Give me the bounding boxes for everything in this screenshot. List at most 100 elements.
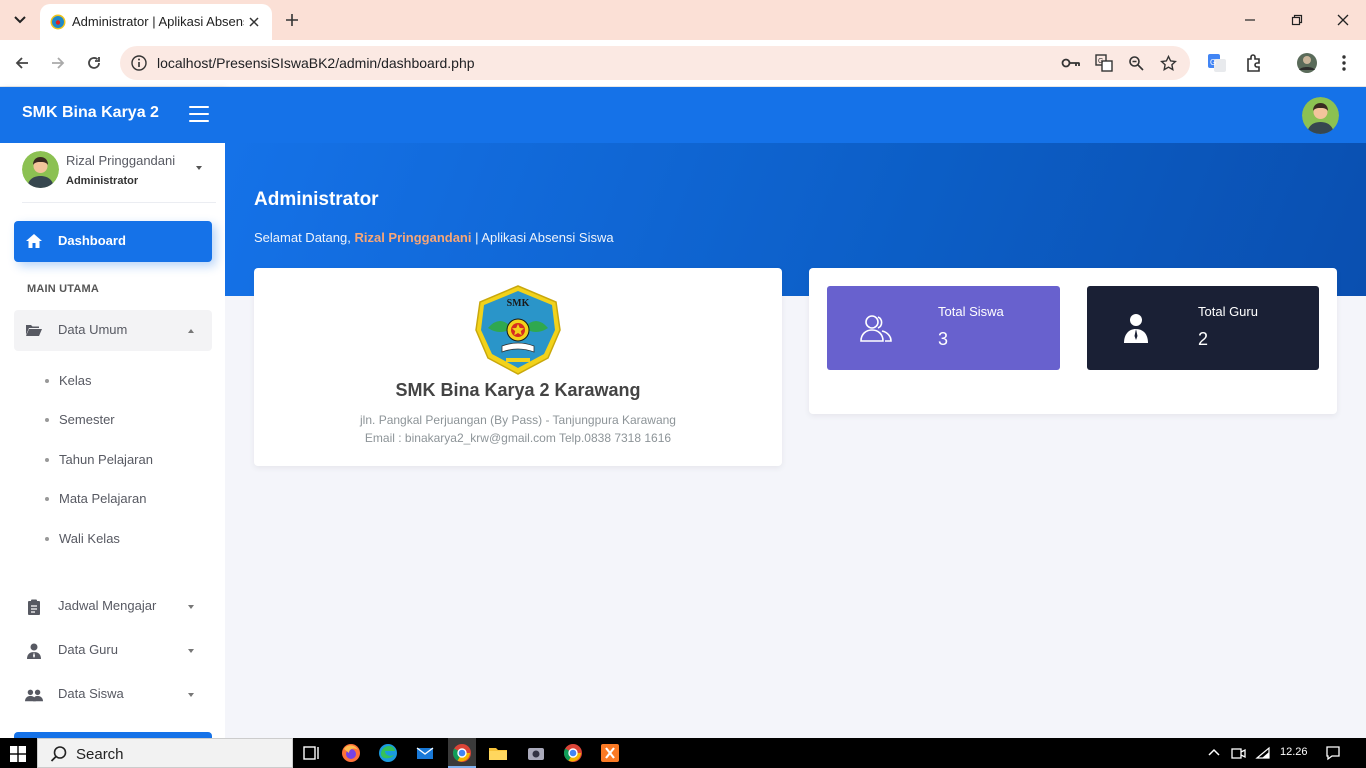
welcome-suffix: | Aplikasi Absensi Siswa	[475, 230, 614, 245]
sidebar-item-data-umum[interactable]: Data Umum	[14, 310, 212, 351]
caret-down-icon	[188, 605, 194, 609]
svg-text:G: G	[1098, 58, 1103, 65]
chevron-down-icon	[14, 16, 26, 24]
folder-open-icon	[26, 325, 42, 336]
main-content: Administrator Selamat Datang, Rizal Prin…	[225, 143, 1366, 738]
chrome-icon	[452, 744, 471, 762]
users-icon	[25, 689, 43, 702]
bullet-icon	[45, 458, 49, 462]
bullet-icon	[45, 418, 49, 422]
navbar-avatar[interactable]	[1302, 97, 1339, 134]
caret-up-icon	[188, 329, 194, 333]
user-tie-icon	[1124, 314, 1148, 343]
minimize-button[interactable]	[1236, 6, 1264, 34]
sidebar-item-jadwal-mengajar[interactable]: Jadwal Mengajar	[14, 589, 212, 625]
password-key-button[interactable]	[1061, 53, 1081, 73]
chevron-up-icon[interactable]	[1206, 745, 1222, 761]
welcome-user-name: Rizal Pringgandani	[354, 230, 472, 245]
favicon-icon	[50, 14, 66, 30]
close-icon	[249, 17, 259, 27]
back-button[interactable]	[8, 49, 36, 77]
minimize-icon	[1245, 19, 1255, 21]
close-window-icon	[1337, 14, 1349, 26]
sidebar-toggle-button[interactable]	[189, 106, 209, 124]
sidebar-item-label: Dashboard	[58, 233, 126, 248]
stat-value: 3	[938, 329, 949, 349]
firefox-icon[interactable]	[340, 742, 362, 764]
school-logo-text: SMK	[507, 298, 530, 309]
camera-app-icon[interactable]	[525, 742, 547, 764]
browser-menu-button[interactable]	[1333, 52, 1355, 74]
bullet-icon	[45, 497, 49, 501]
task-view-icon[interactable]	[301, 742, 323, 764]
top-navbar	[225, 87, 1366, 143]
forward-button[interactable]	[44, 49, 72, 77]
reload-button[interactable]	[80, 49, 108, 77]
restore-button[interactable]	[1283, 6, 1311, 34]
caret-down-icon[interactable]	[196, 166, 202, 170]
sidebar-item-label: Data Guru	[58, 642, 118, 657]
svg-text:G: G	[1210, 58, 1216, 67]
forward-icon	[52, 57, 65, 69]
page-title: Administrator	[254, 189, 379, 210]
caret-down-icon	[188, 649, 194, 653]
meet-now-icon[interactable]	[1230, 745, 1246, 761]
new-tab-button[interactable]	[280, 8, 304, 32]
taskbar-clock[interactable]: 12.26	[1280, 746, 1308, 758]
school-name: SMK Bina Karya 2 Karawang	[395, 380, 641, 400]
notification-icon[interactable]	[1325, 745, 1341, 761]
sidebar-item-dashboard[interactable]: Dashboard	[14, 221, 212, 262]
stats-card: Total Siswa 3 Total Guru 2	[809, 268, 1337, 414]
users-outline-icon	[860, 315, 892, 342]
plus-icon	[286, 14, 298, 26]
star-icon	[1159, 54, 1177, 71]
google-translate-extension[interactable]: G	[1206, 52, 1228, 74]
translate-button[interactable]: G	[1094, 53, 1114, 73]
brand-logo-text[interactable]: SMK Bina Karya 2	[22, 104, 159, 122]
extensions-button[interactable]	[1243, 52, 1265, 74]
submenu-label: Wali Kelas	[59, 531, 120, 546]
sidebar-item-data-guru[interactable]: Data Guru	[14, 633, 212, 669]
profile-button[interactable]	[1296, 52, 1318, 74]
submenu-label: Semester	[59, 412, 115, 427]
close-window-button[interactable]	[1329, 6, 1357, 34]
submenu-label: Tahun Pelajaran	[59, 452, 153, 467]
home-icon	[26, 234, 42, 248]
reload-icon	[88, 57, 100, 69]
user-tie-icon	[27, 643, 41, 659]
bullet-icon	[45, 379, 49, 383]
mail-icon[interactable]	[414, 742, 436, 764]
close-tab-button[interactable]	[244, 12, 264, 32]
search-label: Search	[76, 746, 124, 763]
submenu-label: Kelas	[59, 373, 92, 388]
stat-label: Total Siswa	[938, 304, 1004, 319]
stat-total-guru[interactable]: Total Guru 2	[1087, 286, 1319, 370]
edge-icon[interactable]	[377, 742, 399, 764]
sidebar: SMK Bina Karya 2 Rizal Pringgandani Admi…	[0, 87, 225, 738]
windows-start-icon[interactable]	[10, 746, 26, 762]
tab-title: Administrator | Aplikasi Absensi	[72, 14, 244, 29]
file-explorer-icon[interactable]	[487, 742, 509, 764]
tab-search-button[interactable]	[6, 7, 34, 33]
address-bar[interactable]: localhost/PresensiSIswaBK2/admin/dashboa…	[120, 46, 1190, 80]
chrome-icon[interactable]	[562, 742, 584, 764]
chrome-taskbar-button-active[interactable]	[448, 738, 476, 768]
bullet-icon	[45, 537, 49, 541]
search-icon	[50, 746, 67, 762]
site-info-icon[interactable]	[130, 54, 148, 72]
user-profile[interactable]: Rizal Pringgandani Administrator	[0, 143, 225, 203]
sidebar-item-data-siswa[interactable]: Data Siswa	[14, 677, 212, 713]
bookmark-button[interactable]	[1158, 53, 1178, 73]
stat-value: 2	[1198, 329, 1209, 349]
browser-tab[interactable]: Administrator | Aplikasi Absensi	[40, 4, 272, 40]
taskbar-search[interactable]: Search	[37, 738, 293, 768]
xampp-icon[interactable]	[599, 742, 621, 764]
wifi-icon[interactable]	[1255, 745, 1271, 761]
brand-bar: SMK Bina Karya 2	[0, 87, 225, 143]
zoom-icon	[1129, 56, 1144, 71]
stat-total-siswa[interactable]: Total Siswa 3	[827, 286, 1060, 370]
browser-toolbar: localhost/PresensiSIswaBK2/admin/dashboa…	[0, 40, 1366, 87]
zoom-button[interactable]	[1126, 53, 1146, 73]
sidebar-item-label: Jadwal Mengajar	[58, 598, 157, 613]
browser-tab-strip: Administrator | Aplikasi Absensi	[0, 0, 1366, 40]
